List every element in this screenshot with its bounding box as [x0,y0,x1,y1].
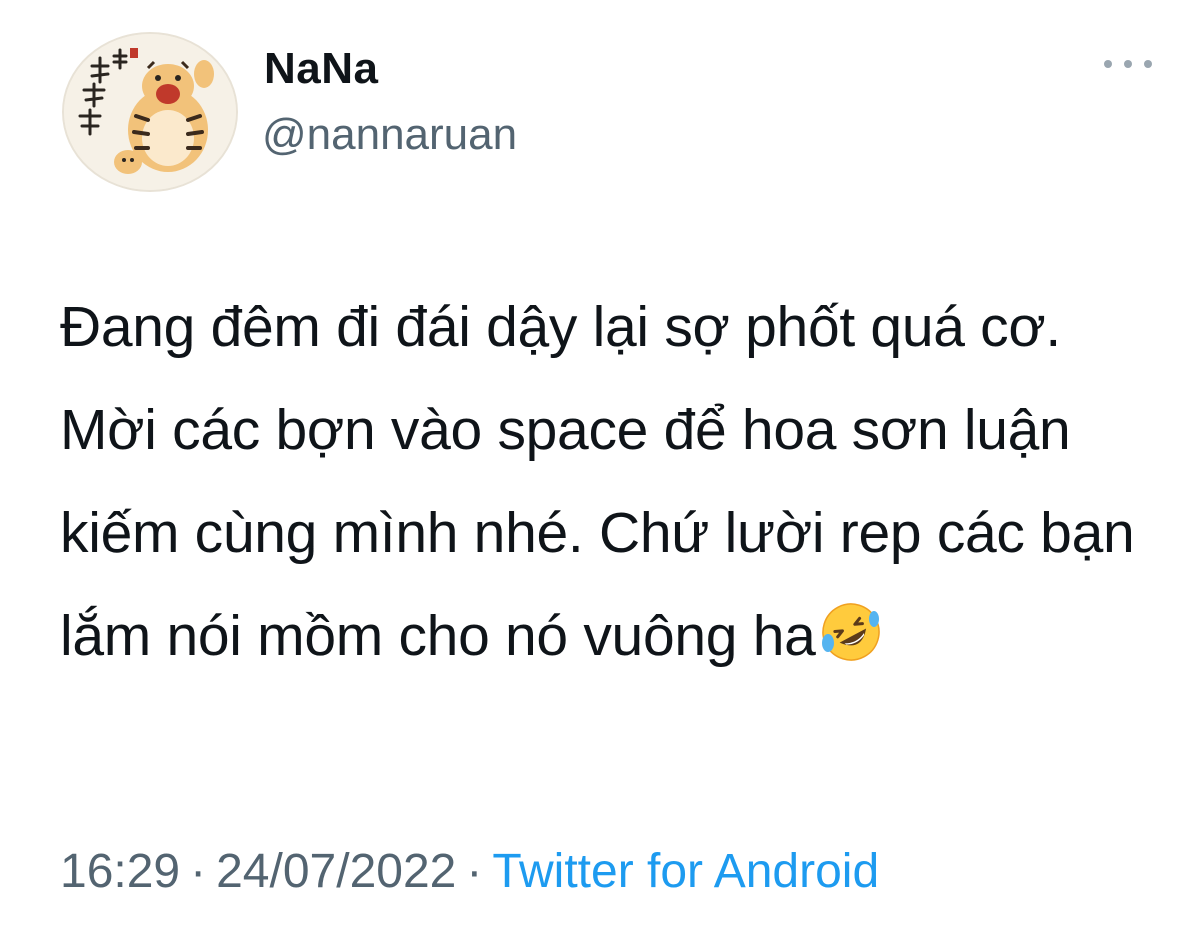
avatar[interactable] [62,32,238,192]
tweet-date[interactable]: 24/07/2022 [216,845,456,898]
display-name[interactable]: NaNa [264,44,379,94]
meta-separator: · [466,845,483,898]
tweet: NaNa @nannaruan Đang đêm đi đái dậy lại … [0,0,1200,932]
tweet-time[interactable]: 16:29 [60,845,180,898]
tweet-body: Đang đêm đi đái dậy lại sợ phốt quá cơ. … [60,295,1150,668]
more-icon-dot [1144,60,1152,68]
user-handle[interactable]: @nannaruan [262,110,517,160]
more-options-button[interactable] [1104,50,1152,78]
tiger-avatar-icon [64,34,236,190]
tweet-text: Đang đêm đi đái dậy lại sợ phốt quá cơ. … [60,276,1170,688]
meta-separator: · [190,845,207,898]
tweet-meta: 16:29 · 24/07/2022 · Twitter for Android [60,844,879,899]
rolling-on-the-floor-laughing-icon [818,595,884,661]
tweet-source-link[interactable]: Twitter for Android [492,845,879,898]
more-icon-dot [1104,60,1112,68]
more-icon-dot [1124,60,1132,68]
